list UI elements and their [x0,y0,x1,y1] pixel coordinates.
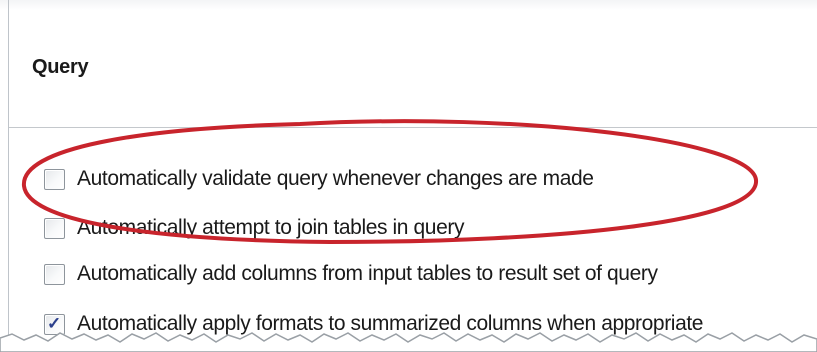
validate-query-checkbox[interactable] [44,168,65,190]
apply-formats-label: Automatically apply formats to summarize… [77,312,704,335]
option-add-columns[interactable]: Automatically add columns from input tab… [44,259,658,289]
join-tables-label: Automatically attempt to join tables in … [77,216,465,239]
validate-query-label: Automatically validate query whenever ch… [77,167,594,190]
panel-left-border [8,0,9,352]
top-shadow [0,0,817,10]
join-tables-checkbox[interactable] [44,217,65,239]
apply-formats-checkbox[interactable]: ✓ [44,313,65,335]
options-panel: Query Automatically validate query whene… [0,0,817,352]
section-divider [9,127,817,128]
option-validate-query[interactable]: Automatically validate query whenever ch… [44,164,594,194]
option-join-tables[interactable]: Automatically attempt to join tables in … [44,213,464,243]
add-columns-label: Automatically add columns from input tab… [77,262,658,285]
add-columns-checkbox[interactable] [44,263,65,285]
check-mark-icon: ✓ [47,313,62,333]
option-apply-formats[interactable]: ✓ Automatically apply formats to summari… [44,309,703,339]
section-title: Query [32,56,89,78]
